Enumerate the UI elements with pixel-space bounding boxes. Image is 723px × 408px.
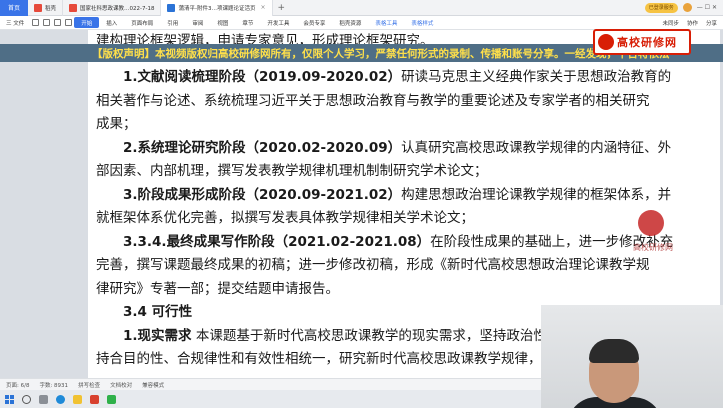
item-heading: 现实需求 [137, 327, 192, 344]
item-heading: 系统理论研究阶段 [137, 139, 246, 156]
item-text: 研读马克思主义经典作家关于思想政治教育的 [401, 69, 672, 85]
spell-check-toggle[interactable]: 拼写检查 [78, 381, 100, 389]
doc-line: 3.阶段成果形成阶段（2020.09-2021.02）构建思想政治理论课教学规律… [96, 184, 714, 208]
sync-status[interactable]: 未同步 [662, 19, 679, 27]
ribbon-tab-review[interactable]: 审阅 [185, 16, 210, 30]
doc-line: 相关著作与论述、系统梳理习近平关于思想政治教育与教学的重要论述及专家学者的相关研… [96, 92, 650, 109]
ribbon-tab-references[interactable]: 引用 [160, 16, 185, 30]
watermark-seal-icon [638, 210, 664, 236]
item-date: （2019.09-2020.02） [245, 69, 402, 85]
new-tab-button[interactable]: + [273, 3, 291, 13]
chat-app-icon[interactable] [107, 394, 116, 404]
save-icon[interactable] [32, 19, 40, 26]
item-text: 构建思想政治理论课教学规律的框架体系，并 [401, 186, 672, 203]
tab-pdf-document[interactable]: 国家社科思政课教…022-7-18 [63, 0, 162, 16]
ribbon-tab-docer-resources[interactable]: 稻壳资源 [332, 16, 368, 30]
ribbon-tab-membership[interactable]: 会员专享 [296, 16, 332, 30]
file-explorer-icon[interactable] [73, 394, 82, 404]
doc-line: 律研究》专著一部；提交结题申请报告。 [96, 280, 339, 297]
edge-browser-icon[interactable] [56, 394, 65, 404]
login-badge[interactable]: 已登录服务 [644, 2, 678, 13]
watermark-text: 高校研修网 [633, 243, 673, 252]
tab-label: 稻壳 [45, 5, 57, 12]
pdf-icon [69, 3, 78, 12]
docer-icon [34, 3, 42, 12]
ribbon: 三 文件 开始 插入 页面布局 引用 审阅 视图 章节 开发工具 会员专享 稻壳… [0, 16, 723, 30]
redo-icon[interactable] [65, 19, 73, 26]
item-text: 认真研究高校思政课教学规律的内涵特征、外 [401, 139, 672, 156]
ribbon-tab-table-style[interactable]: 表格样式 [404, 16, 440, 30]
avatar[interactable] [682, 3, 692, 12]
item-heading: 文献阅读梳理阶段 [137, 69, 246, 85]
search-icon[interactable] [22, 394, 31, 404]
item-date: （2021.02-2021.08） [274, 233, 431, 250]
logo-mark-icon [598, 34, 614, 50]
undo-icon[interactable] [54, 19, 62, 26]
file-menu-button[interactable]: 三 文件 [0, 16, 30, 30]
ribbon-tab-layout[interactable]: 页面布局 [124, 16, 160, 30]
ribbon-tab-chapter[interactable]: 章节 [235, 16, 260, 30]
ribbon-tab-developer[interactable]: 开发工具 [260, 16, 296, 30]
word-count[interactable]: 字数: 8931 [39, 381, 68, 389]
item-number: 3. [123, 186, 138, 203]
share-button[interactable]: 分享 [706, 19, 717, 27]
collab-button[interactable]: 协作 [687, 19, 698, 27]
word-doc-icon [167, 3, 176, 12]
item-date: （2020.09-2021.02） [245, 186, 402, 203]
doc-line: 部因素、内部机理，撰写发表教学规律机理机制制研究学术论文； [96, 163, 488, 179]
print-icon[interactable] [43, 19, 51, 26]
compat-mode: 兼容模式 [142, 382, 165, 389]
page-indicator[interactable]: 页面: 6/8 [6, 381, 29, 389]
title-bar: 首页 稻壳 国家社科思政课教…022-7-18 蒲清平-附件3…项课题论证活页 … [0, 0, 723, 16]
item-date: （2020.02-2020.09） [245, 139, 402, 156]
doc-line: 1.文献阅读梳理阶段（2019.09-2020.02）研读马克思主义经典作家关于… [96, 66, 714, 90]
ribbon-tab-table-tools[interactable]: 表格工具 [368, 16, 404, 30]
close-tab-icon[interactable]: × [260, 4, 265, 11]
item-number: 3.3.4. [123, 233, 167, 250]
item-number: 1. [123, 327, 138, 344]
tab-home[interactable]: 首页 [0, 0, 28, 16]
ribbon-tab-insert[interactable]: 插入 [99, 16, 124, 30]
wps-office-icon[interactable] [90, 394, 99, 404]
tab-label: 国家社科思政课教…022-7-18 [80, 5, 155, 12]
tab-label: 蒲清平-附件3…项课题论证活页 [178, 5, 256, 12]
doc-line: 2.系统理论研究阶段（2020.02-2020.09）认真研究高校思政课教学规律… [96, 137, 714, 161]
doc-line: 成果； [96, 116, 137, 132]
windows-start-icon[interactable] [5, 394, 14, 404]
item-text: 本课题基于新时代高校思政课教学的现实需求，坚持政治性和 [195, 327, 561, 344]
window-controls[interactable]: — ☐ ✕ [697, 4, 717, 11]
item-heading: 最终成果写作阶段 [166, 233, 275, 250]
logo-text: 高校研修网 [617, 36, 677, 49]
task-view-icon[interactable] [39, 394, 48, 404]
file-menu-label: 三 文件 [6, 20, 25, 27]
tab-docer[interactable]: 稻壳 [28, 0, 64, 16]
presenter-hair [589, 339, 639, 363]
item-number: 2. [123, 139, 138, 156]
tab-word-document[interactable]: 蒲清平-附件3…项课题论证活页 × [161, 0, 273, 16]
brand-logo: 高校研修网 [593, 29, 691, 55]
ribbon-tab-start[interactable]: 开始 [74, 17, 100, 28]
proofread-toggle[interactable]: 文档校对 [110, 381, 132, 389]
item-number: 1. [123, 69, 138, 85]
watermark: 高校研修网 [608, 205, 698, 275]
webcam-video [541, 305, 723, 408]
ribbon-tab-view[interactable]: 视图 [210, 16, 235, 30]
item-heading: 阶段成果形成阶段 [137, 186, 246, 203]
